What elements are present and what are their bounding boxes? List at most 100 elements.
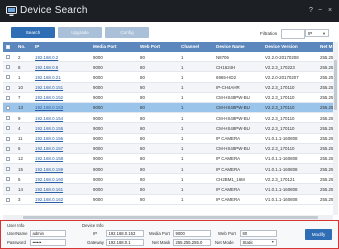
ip-input[interactable]: 192.168.0.153 <box>106 230 144 237</box>
table-row[interactable]: 14 192.168.0.161 9000 80 1 IP CAMERA V1.0.1.1-… <box>3 184 336 195</box>
row-checkbox[interactable] <box>6 95 10 100</box>
cell-media-port: 9000 <box>93 176 103 182</box>
table-row[interactable]: 5 192.168.0.160 9000 80 1 CH2BM1_16M V2.2.3_17… <box>3 174 336 185</box>
password-input[interactable]: •••••• <box>30 239 66 246</box>
table-row[interactable]: 10 192.168.0.151 9000 80 1 IP-CH4AHR V2.2.3_17… <box>3 82 336 93</box>
row-checkbox[interactable] <box>6 126 10 131</box>
header-net-mask[interactable]: Net M <box>320 44 333 49</box>
filter-input[interactable] <box>281 29 305 39</box>
row-checkbox[interactable] <box>6 136 10 141</box>
tab-config[interactable]: Config <box>105 27 149 38</box>
window-title: Device Search <box>20 5 88 16</box>
row-checkbox[interactable] <box>6 116 10 121</box>
row-checkbox[interactable] <box>6 75 10 80</box>
gateway-input[interactable]: 192.168.0.1 <box>106 239 144 246</box>
username-input[interactable]: admin <box>30 230 66 237</box>
cell-ip[interactable]: 192.168.0.158 <box>35 156 63 161</box>
row-checkbox[interactable] <box>6 187 10 192</box>
cell-no: 4 <box>18 125 21 131</box>
row-checkbox[interactable] <box>6 65 10 70</box>
cell-channel: 1 <box>181 115 184 121</box>
header-media-port[interactable]: Media Port <box>93 44 116 49</box>
net-mask-label: Net Mask <box>152 240 171 245</box>
cell-ip[interactable]: 192.168.0.161 <box>35 187 63 192</box>
cell-ip[interactable]: 192.168.0.155 <box>35 126 63 131</box>
cell-channel: 1 <box>181 186 184 192</box>
row-checkbox[interactable] <box>6 85 10 90</box>
cell-device-name: 6965-HD2 <box>216 74 237 80</box>
cell-channel: 1 <box>181 166 184 172</box>
web-port-input[interactable]: 80 <box>240 230 277 237</box>
vertical-scrollbar[interactable] <box>333 42 338 215</box>
table-row[interactable]: 6 192.168.0.157 9000 80 1 CM-HS48PW-BU V2.2.3_… <box>3 143 336 154</box>
cell-web-port: 80 <box>140 125 145 131</box>
modify-button[interactable]: Modify <box>305 229 332 240</box>
horizontal-scroll-thumb[interactable] <box>23 216 318 219</box>
cell-device-version: V2.2.3_170110 <box>265 115 295 121</box>
minimize-icon[interactable]: − <box>318 7 322 14</box>
cell-web-port: 80 <box>140 85 145 91</box>
tab-bar: Search Upgrade Config Filtration IP ▼ <box>0 22 339 42</box>
header-ip[interactable]: IP <box>35 44 39 49</box>
table-row[interactable]: 15 192.168.0.159 9000 80 1 IP CAMERA V1.0.1.1-… <box>3 164 336 175</box>
cell-no: 12 <box>18 156 23 162</box>
table-row[interactable]: 2 192.168.0.2 9000 80 1 N8706 V2.2.0-20170208 2… <box>3 52 336 63</box>
row-checkbox[interactable] <box>6 105 10 110</box>
vertical-scroll-thumb[interactable] <box>334 60 337 110</box>
cell-ip[interactable]: 192.168.0.160 <box>35 177 63 182</box>
cell-media-port: 9000 <box>93 105 103 111</box>
cell-device-name: CH2BM1_16M <box>216 176 245 182</box>
cell-ip[interactable]: 192.168.0.157 <box>35 146 63 151</box>
cell-no: 8 <box>18 64 21 70</box>
cell-ip[interactable]: 192.168.0.152 <box>35 95 63 100</box>
cell-ip[interactable]: 192.168.0.8 <box>35 65 58 70</box>
header-channel[interactable]: Channel <box>181 44 199 49</box>
filter-field-select[interactable]: IP ▼ <box>305 29 329 37</box>
cell-ip[interactable]: 192.168.0.154 <box>35 116 63 121</box>
net-mode-select[interactable]: Static ▼ <box>240 239 277 246</box>
media-port-input[interactable]: 9000 <box>173 230 211 237</box>
cell-ip[interactable]: 192.168.0.156 <box>35 136 63 141</box>
row-checkbox[interactable] <box>6 55 10 59</box>
table-row[interactable]: 8 192.168.0.8 9000 80 1 CH1624H V2.2.3_170223 2… <box>3 62 336 73</box>
cell-ip[interactable]: 192.168.0.2 <box>35 55 58 60</box>
cell-web-port: 80 <box>140 156 145 162</box>
row-checkbox[interactable] <box>6 197 10 202</box>
row-checkbox[interactable] <box>6 167 10 172</box>
header-device-name[interactable]: Device Name <box>216 44 245 49</box>
table-row[interactable]: 4 192.168.0.155 9000 80 1 CM-HS48PW-BU V2.2.3_… <box>3 123 336 134</box>
tab-search[interactable]: Search <box>11 27 55 38</box>
cell-web-port: 80 <box>140 74 145 80</box>
net-mask-input[interactable]: 255.255.255.0 <box>173 239 211 246</box>
table-row[interactable]: 7 192.168.0.152 9000 80 1 CM-HS48PW-BU V2.2.3_… <box>3 93 336 103</box>
cell-channel: 1 <box>181 54 184 60</box>
cell-ip[interactable]: 192.168.0.159 <box>35 167 63 172</box>
row-checkbox[interactable] <box>6 156 10 161</box>
tab-upgrade[interactable]: Upgrade <box>58 27 102 38</box>
cell-ip[interactable]: 192.168.0.153 <box>35 105 63 110</box>
header-web-port[interactable]: Web Port <box>140 44 160 49</box>
select-all-checkbox[interactable] <box>6 45 10 49</box>
device-table: No. IP Media Port Web Port Channel Devic… <box>3 42 336 215</box>
row-checkbox[interactable] <box>6 146 10 151</box>
table-row[interactable]: 13 192.168.0.153 9000 80 1 CM-HS48PW-BU V2.2.3… <box>3 102 336 114</box>
cell-ip[interactable]: 192.168.0.21 <box>35 75 61 80</box>
header-no[interactable]: No. <box>18 44 25 49</box>
cell-no: 3 <box>18 197 21 203</box>
net-mode-value: Static <box>242 240 253 245</box>
table-row[interactable]: 3 192.168.0.162 9000 80 1 IP CAMERA V1.0.1.1-1… <box>3 195 336 205</box>
cell-web-port: 80 <box>140 197 145 203</box>
cell-device-version: V2.2.3_170110 <box>265 125 295 131</box>
cell-device-name: IP CAMERA <box>216 186 241 192</box>
table-row[interactable]: 11 192.168.0.156 9000 80 1 IP CAMERA V1.0.1.1-… <box>3 134 336 144</box>
help-icon[interactable]: ? <box>309 7 313 14</box>
table-row[interactable]: 9 192.168.0.154 9000 80 1 CM-HS48PW-BU V2.2.3_… <box>3 113 336 124</box>
header-device-version[interactable]: Device Version <box>265 44 298 49</box>
cell-ip[interactable]: 192.168.0.151 <box>35 85 63 90</box>
cell-no: 6 <box>18 146 21 152</box>
table-row[interactable]: 12 192.168.0.158 9000 80 1 IP CAMERA V1.0.1.1-… <box>3 154 336 165</box>
table-row[interactable]: 1 192.168.0.21 9000 80 1 6965-HD2 V2.2.0-20170… <box>3 72 336 83</box>
close-icon[interactable]: × <box>328 7 332 14</box>
row-checkbox[interactable] <box>6 177 10 182</box>
cell-ip[interactable]: 192.168.0.162 <box>35 197 63 202</box>
